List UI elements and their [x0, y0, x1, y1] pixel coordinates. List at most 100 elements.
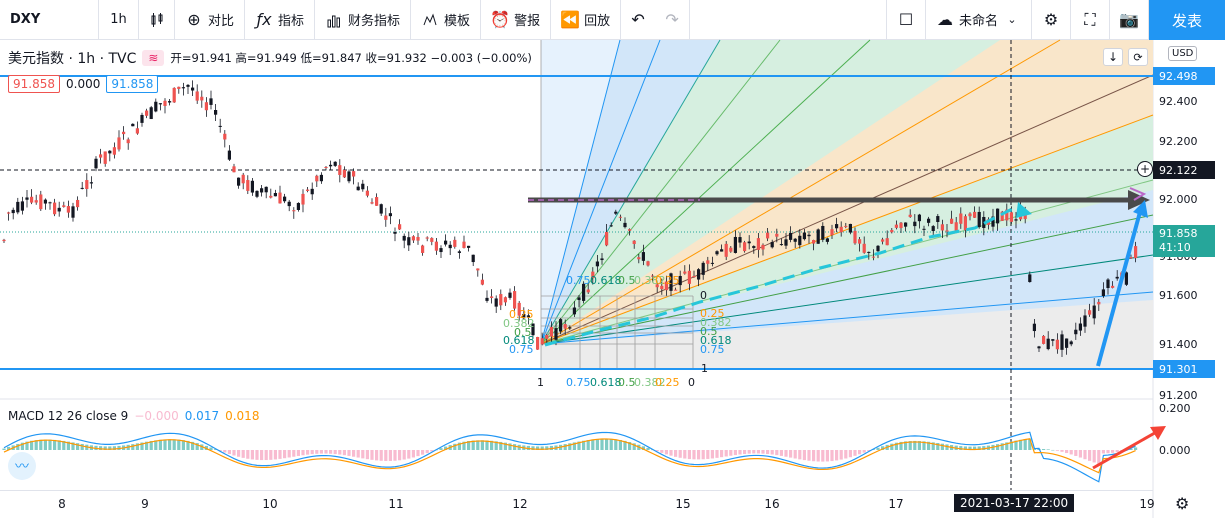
candle-body [844, 225, 848, 227]
candle-body [411, 236, 415, 241]
candle-body [457, 251, 461, 253]
red-arrow[interactable] [1092, 428, 1161, 470]
macd-bar [342, 450, 346, 456]
candle-body [973, 211, 977, 218]
candle-body [89, 182, 93, 184]
macd-bar [2, 448, 6, 450]
resistance-price-box: 92.498 [1153, 67, 1215, 85]
sell-price-button[interactable]: 91.858 [8, 75, 60, 93]
candle-body [623, 222, 627, 228]
candle-body [43, 199, 47, 204]
auto-scale-button[interactable]: ⟳ [1128, 48, 1148, 66]
candle-body [448, 244, 452, 249]
macd-histogram[interactable] [2, 438, 1138, 464]
candle-body [1046, 338, 1050, 350]
candle-body [945, 230, 949, 232]
candle-body [255, 190, 259, 197]
currency-badge[interactable]: USD [1168, 46, 1198, 61]
add-alert-plus-icon[interactable]: + [1137, 161, 1153, 177]
macd-bar [770, 450, 774, 455]
candle-body [1060, 334, 1064, 350]
symbol-legend[interactable]: 美元指数 · 1h · TVC ≋ 开=91.941 高=91.949 低=91… [8, 48, 532, 68]
candle-body [1065, 338, 1069, 348]
macd-bar [761, 450, 765, 454]
candle-body [1032, 323, 1036, 332]
candle-body [977, 211, 981, 228]
macd-bar [1111, 450, 1115, 453]
macd-bar [177, 439, 181, 450]
buy-price-button[interactable]: 91.858 [106, 75, 159, 93]
candle-body [908, 214, 912, 217]
candle-body [57, 207, 61, 212]
candle-body [968, 213, 972, 217]
macd-bar [724, 450, 728, 457]
candle-body [232, 166, 236, 173]
candle-body [559, 319, 563, 332]
wave-icon[interactable]: ≋ [142, 50, 165, 66]
macd-bar [237, 450, 241, 457]
macd-bar [825, 450, 829, 462]
candle-body [237, 177, 241, 186]
symbol-title[interactable]: 美元指数 · 1h · TVC [8, 48, 136, 68]
candle-body [1069, 341, 1073, 345]
macd-name[interactable]: MACD 12 26 close 9 [8, 409, 128, 423]
candle-body [752, 246, 756, 248]
candle-body [793, 238, 797, 242]
price-label: 91.400 [1159, 338, 1198, 351]
macd-bar [802, 450, 806, 461]
macd-bar [352, 450, 356, 457]
candle-body [402, 235, 406, 241]
macd-bar [393, 450, 397, 461]
candle-body [494, 298, 498, 307]
macd-bar [890, 443, 894, 450]
candle-body [490, 296, 494, 298]
macd-bar [664, 450, 668, 455]
candle-body [301, 193, 305, 205]
macd-bar [421, 450, 425, 455]
macd-bar [844, 450, 848, 459]
candle-body [407, 237, 411, 246]
candle-body [177, 86, 181, 89]
price-scale[interactable]: 92.400 92.200 92.000 91.800 91.600 91.40… [1153, 40, 1225, 490]
candle-body [421, 245, 425, 253]
candle-body [922, 228, 926, 230]
time-label: 12 [512, 497, 528, 511]
candle-body [163, 100, 167, 106]
gear-icon[interactable]: ⚙ [1175, 494, 1189, 513]
macd-bar [384, 450, 388, 462]
candle-body [393, 232, 397, 234]
candle-body [894, 224, 898, 228]
scroll-down-button[interactable]: ↓ [1103, 48, 1123, 66]
chart-canvas[interactable] [0, 0, 1225, 518]
macd-bar [729, 450, 733, 456]
candle-body [1092, 305, 1096, 319]
candle-body [476, 268, 480, 271]
candle-body [867, 251, 871, 253]
candle-body [191, 87, 195, 91]
candle-body [99, 154, 103, 158]
macd-bar [223, 450, 227, 453]
candle-body [577, 297, 581, 300]
macd-bar [1097, 450, 1101, 464]
gann-fan-drawing[interactable] [540, 39, 1154, 369]
macd-bar [1106, 450, 1110, 454]
macd-bar [1134, 447, 1138, 450]
candle-body [950, 218, 954, 224]
candle-body [20, 201, 24, 211]
chart-style-icon[interactable]: 〰 [8, 452, 36, 480]
candle-body [1129, 257, 1133, 259]
candle-body [729, 247, 733, 252]
macd-legend[interactable]: MACD 12 26 close 9 −0.000 0.017 0.018 [8, 409, 259, 423]
candle-body [241, 174, 245, 184]
candle-body [540, 338, 544, 345]
candle-body [34, 200, 38, 203]
macd-bar [563, 444, 567, 450]
candle-body [779, 244, 783, 246]
candle-body [2, 239, 6, 242]
macd-bar [163, 439, 167, 450]
candle-body [310, 188, 314, 195]
candle-body [319, 174, 323, 182]
candle-body [959, 213, 963, 224]
macd-bar [241, 450, 245, 458]
candle-body [425, 237, 429, 239]
